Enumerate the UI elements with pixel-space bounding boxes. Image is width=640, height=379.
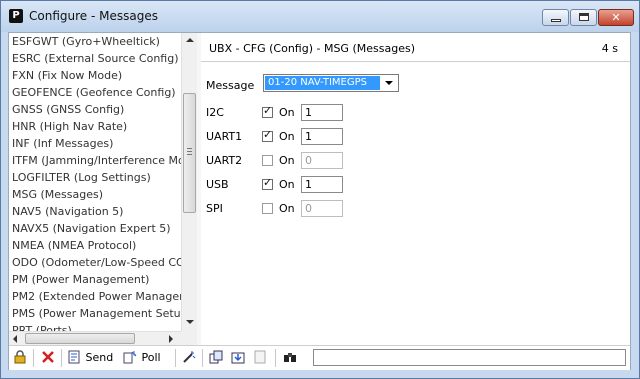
status-field <box>313 349 626 366</box>
on-label: On <box>279 154 295 167</box>
on-label: On <box>279 202 295 215</box>
message-list[interactable]: ESFGWT (Gyro+Wheeltick) ESRC (External So… <box>11 33 181 331</box>
minimize-icon <box>551 19 561 22</box>
port-label: USB <box>206 178 229 191</box>
send-icon <box>68 350 80 364</box>
list-item[interactable]: PM (Power Management) <box>11 271 181 288</box>
close-button[interactable]: ✕ <box>598 9 634 26</box>
lock-icon <box>14 350 26 364</box>
port-enable-checkbox[interactable] <box>262 203 273 214</box>
vertical-scrollbar[interactable] <box>181 33 197 331</box>
panel-header: UBX - CFG (Config) - MSG (Messages) 4 s <box>201 33 630 62</box>
list-item[interactable]: GEOFENCE (Geofence Config) <box>11 84 181 101</box>
client-area: ESFGWT (Gyro+Wheeltick) ESRC (External So… <box>8 32 631 370</box>
port-enable-checkbox[interactable] <box>262 128 273 142</box>
list-item[interactable]: GNSS (GNSS Config) <box>11 101 181 118</box>
download-button[interactable] <box>231 350 245 366</box>
on-label: On <box>279 106 295 119</box>
port-rate-input[interactable]: 1 <box>301 128 343 145</box>
port-rate-input[interactable]: 1 <box>301 176 343 193</box>
toolbar-separator <box>61 349 62 367</box>
list-item[interactable]: FXN (Fix Now Mode) <box>11 67 181 84</box>
port-rate-input: 0 <box>301 200 343 217</box>
lock-button[interactable] <box>13 350 27 366</box>
maximize-icon <box>579 13 589 21</box>
message-select[interactable]: 01-20 NAV-TIMEGPS <box>263 74 399 92</box>
port-enable-checkbox[interactable] <box>262 176 273 190</box>
message-select-value: 01-20 NAV-TIMEGPS <box>265 76 380 90</box>
document-disabled-icon <box>254 350 266 364</box>
configure-messages-window: P Configure - Messages ✕ ESFGWT (Gyro+Wh… <box>0 0 640 379</box>
on-label: On <box>279 130 295 143</box>
toolbar-separator <box>275 349 276 367</box>
list-item[interactable]: ESRC (External Source Config) <box>11 50 181 67</box>
port-enable-checkbox[interactable] <box>262 155 273 166</box>
horizontal-scrollbar[interactable] <box>9 331 181 345</box>
wand-icon <box>183 351 196 363</box>
maximize-button[interactable] <box>570 9 597 26</box>
bottom-toolbar: Send Poll <box>9 345 630 370</box>
list-item[interactable]: LOGFILTER (Log Settings) <box>11 169 181 186</box>
toolbar-separator <box>175 349 176 367</box>
poll-icon <box>123 351 137 364</box>
list-item[interactable]: PM2 (Extended Power Managem <box>11 288 181 305</box>
download-icon <box>231 352 245 364</box>
close-icon: ✕ <box>611 11 621 24</box>
message-label: Message <box>206 79 255 92</box>
minimize-button[interactable] <box>542 9 569 26</box>
list-item[interactable]: MSG (Messages) <box>11 186 181 203</box>
chevron-down-icon[interactable] <box>382 76 396 90</box>
poll-button[interactable]: Poll <box>123 350 161 366</box>
title-bar[interactable]: P Configure - Messages ✕ <box>1 1 639 32</box>
scroll-left-arrow-icon[interactable] <box>13 335 17 343</box>
horizontal-scroll-thumb[interactable] <box>25 333 135 344</box>
port-rate-input[interactable]: 1 <box>301 104 343 121</box>
binoculars-icon <box>284 353 296 362</box>
port-enable-checkbox[interactable] <box>262 104 273 118</box>
scroll-right-arrow-icon[interactable] <box>169 335 173 343</box>
list-item[interactable]: HNR (High Nav Rate) <box>11 118 181 135</box>
port-label: I2C <box>206 106 224 119</box>
toolbar-separator <box>33 349 34 367</box>
delete-button[interactable] <box>41 350 55 366</box>
grip-line-icon <box>187 148 192 149</box>
tools-button[interactable] <box>182 350 196 366</box>
poll-label: Poll <box>141 350 161 364</box>
panel-header-title: UBX - CFG (Config) - MSG (Messages) <box>209 42 415 55</box>
copy-button[interactable] <box>209 350 223 366</box>
disabled-tool-button <box>253 350 267 366</box>
list-item[interactable]: ITFM (Jamming/Interference Mo <box>11 152 181 169</box>
red-x-icon <box>42 351 54 363</box>
port-label: SPI <box>206 202 223 215</box>
list-item[interactable]: PMS (Power Management Setup <box>11 305 181 322</box>
window-title: Configure - Messages <box>29 9 158 23</box>
list-item[interactable]: PRT (Ports) <box>11 322 181 331</box>
scroll-up-arrow-icon[interactable] <box>186 38 194 42</box>
scroll-corner <box>181 331 197 345</box>
list-item[interactable]: NAV5 (Navigation 5) <box>11 203 181 220</box>
binoculars-button[interactable] <box>283 350 297 366</box>
send-button[interactable]: Send <box>67 350 113 366</box>
message-config-panel: UBX - CFG (Config) - MSG (Messages) 4 s … <box>201 33 630 345</box>
port-label: UART2 <box>206 154 243 167</box>
app-icon: P <box>9 9 23 23</box>
grip-line-icon <box>187 151 192 152</box>
copy-icon <box>209 350 223 364</box>
scroll-down-arrow-icon[interactable] <box>186 320 194 324</box>
send-label: Send <box>85 350 114 364</box>
port-rate-input: 0 <box>301 152 343 169</box>
message-age: 4 s <box>601 42 618 55</box>
message-list-panel: ESFGWT (Gyro+Wheeltick) ESRC (External So… <box>9 33 198 345</box>
list-item[interactable]: NAVX5 (Navigation Expert 5) <box>11 220 181 237</box>
list-item[interactable]: ESFGWT (Gyro+Wheeltick) <box>11 33 181 50</box>
vertical-scroll-thumb[interactable] <box>183 93 196 213</box>
list-item[interactable]: INF (Inf Messages) <box>11 135 181 152</box>
list-item[interactable]: NMEA (NMEA Protocol) <box>11 237 181 254</box>
on-label: On <box>279 178 295 191</box>
grip-line-icon <box>187 154 192 155</box>
list-item[interactable]: ODO (Odometer/Low-Speed CO <box>11 254 181 271</box>
toolbar-separator <box>202 349 203 367</box>
port-label: UART1 <box>206 130 243 143</box>
